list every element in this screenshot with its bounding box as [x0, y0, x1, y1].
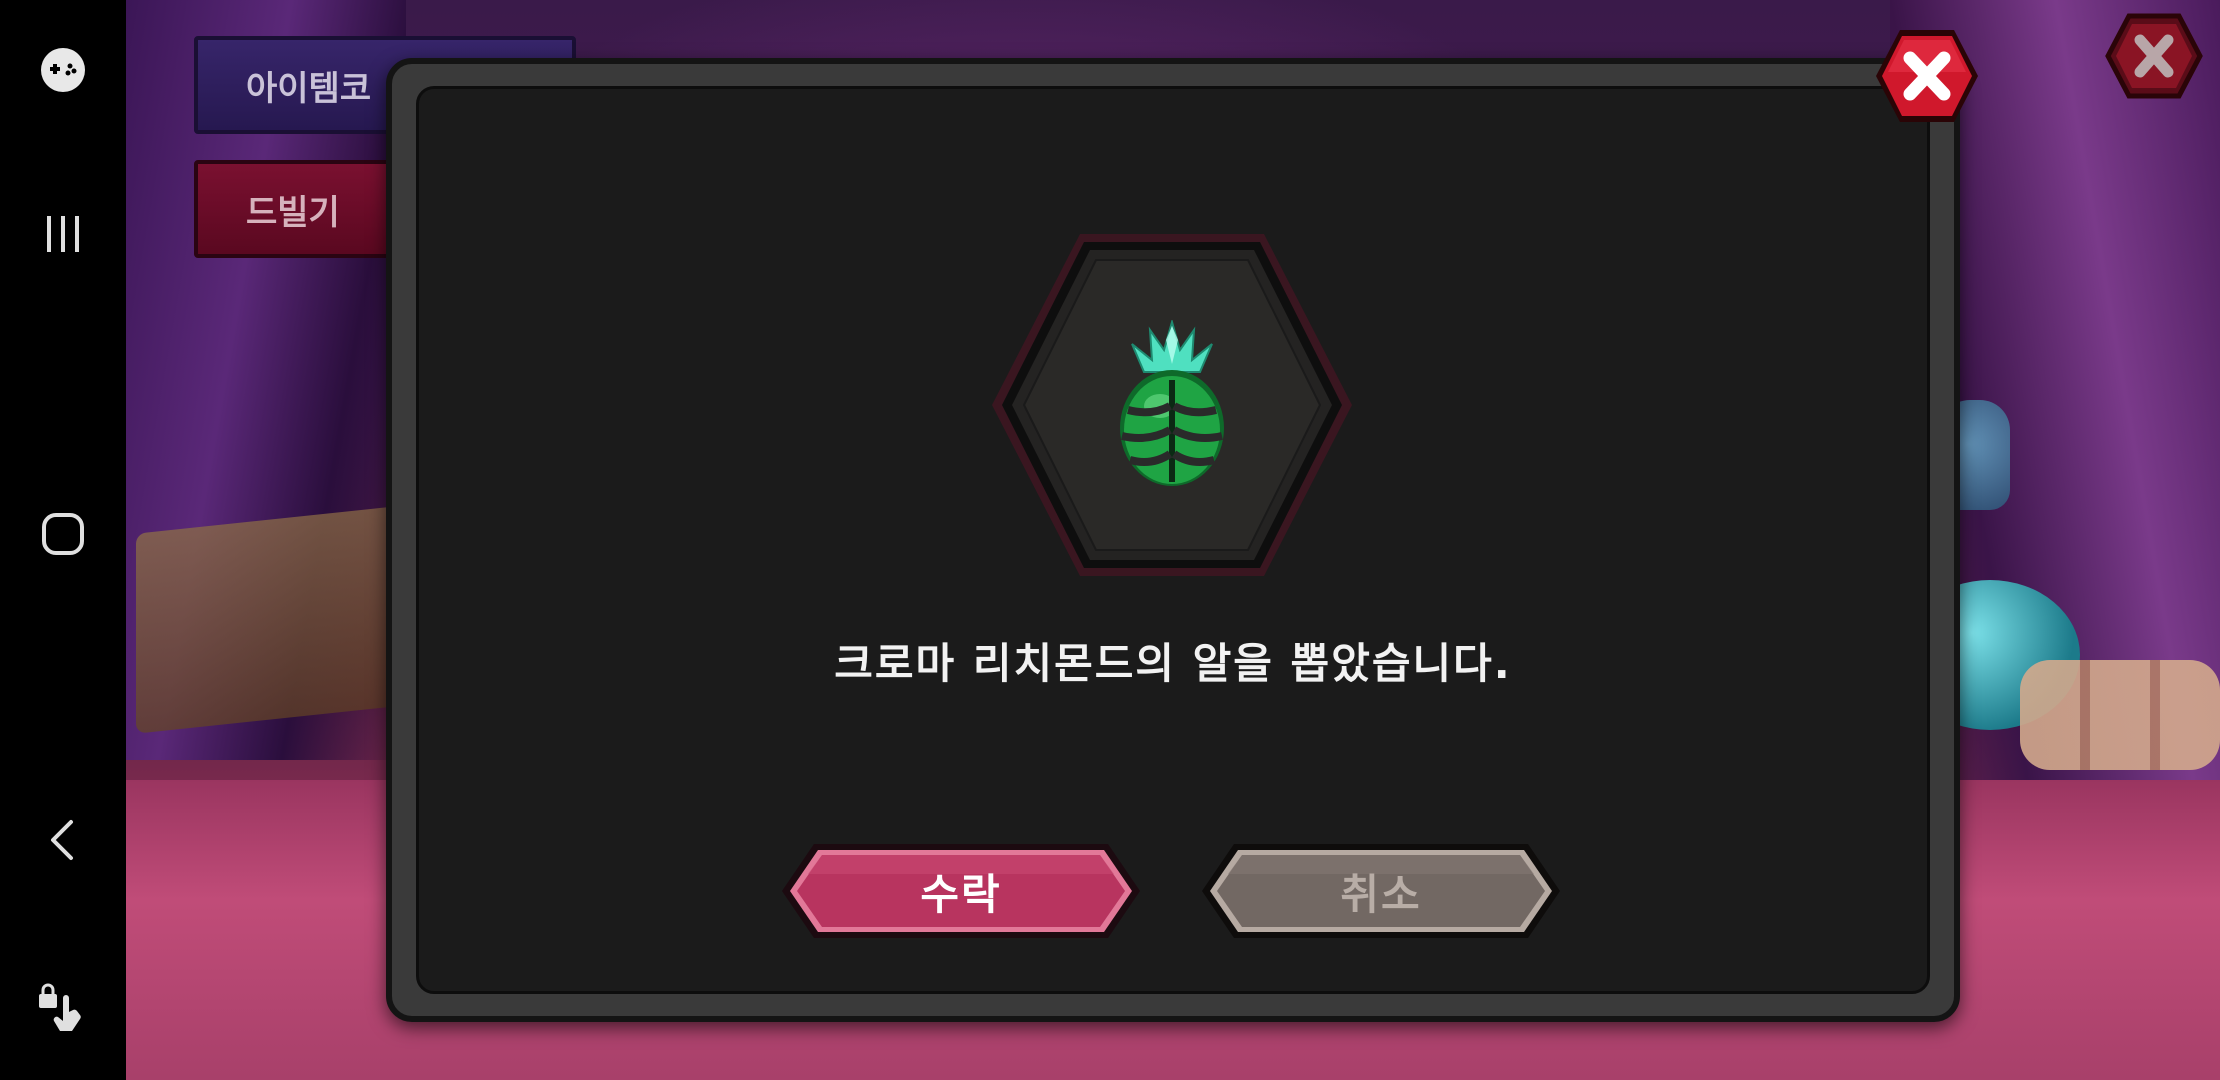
accept-button[interactable]: 수락 — [780, 842, 1142, 940]
recent-apps-icon[interactable] — [23, 194, 103, 274]
scrolls-decoration — [2020, 660, 2220, 770]
cancel-button-label: 취소 — [1340, 869, 1422, 919]
game-controller-icon[interactable] — [23, 30, 103, 110]
green-crystal-egg-icon — [1108, 318, 1236, 490]
home-icon[interactable] — [23, 494, 103, 574]
screen: 아이템코 드빌기 크로마 리치몬드의 알을 뽑았습니다. 수락 취소 — [0, 0, 2220, 1080]
draw-result-message: 크로마 리치몬드의 알을 뽑았습니다. — [834, 639, 1512, 688]
touch-lock-icon[interactable] — [23, 970, 103, 1050]
item-code-label: 아이템코 — [246, 68, 372, 109]
system-nav-bar — [0, 0, 126, 1080]
close-icon — [1876, 30, 1978, 122]
cancel-button[interactable]: 취소 — [1200, 842, 1562, 940]
accept-button-label: 수락 — [920, 869, 1002, 919]
book-decoration — [136, 506, 396, 734]
dialog-close-button[interactable] — [1872, 26, 1982, 126]
background-close-icon — [2104, 12, 2204, 100]
devil-button-label: 드빌기 — [246, 192, 340, 233]
back-icon[interactable] — [23, 800, 103, 880]
